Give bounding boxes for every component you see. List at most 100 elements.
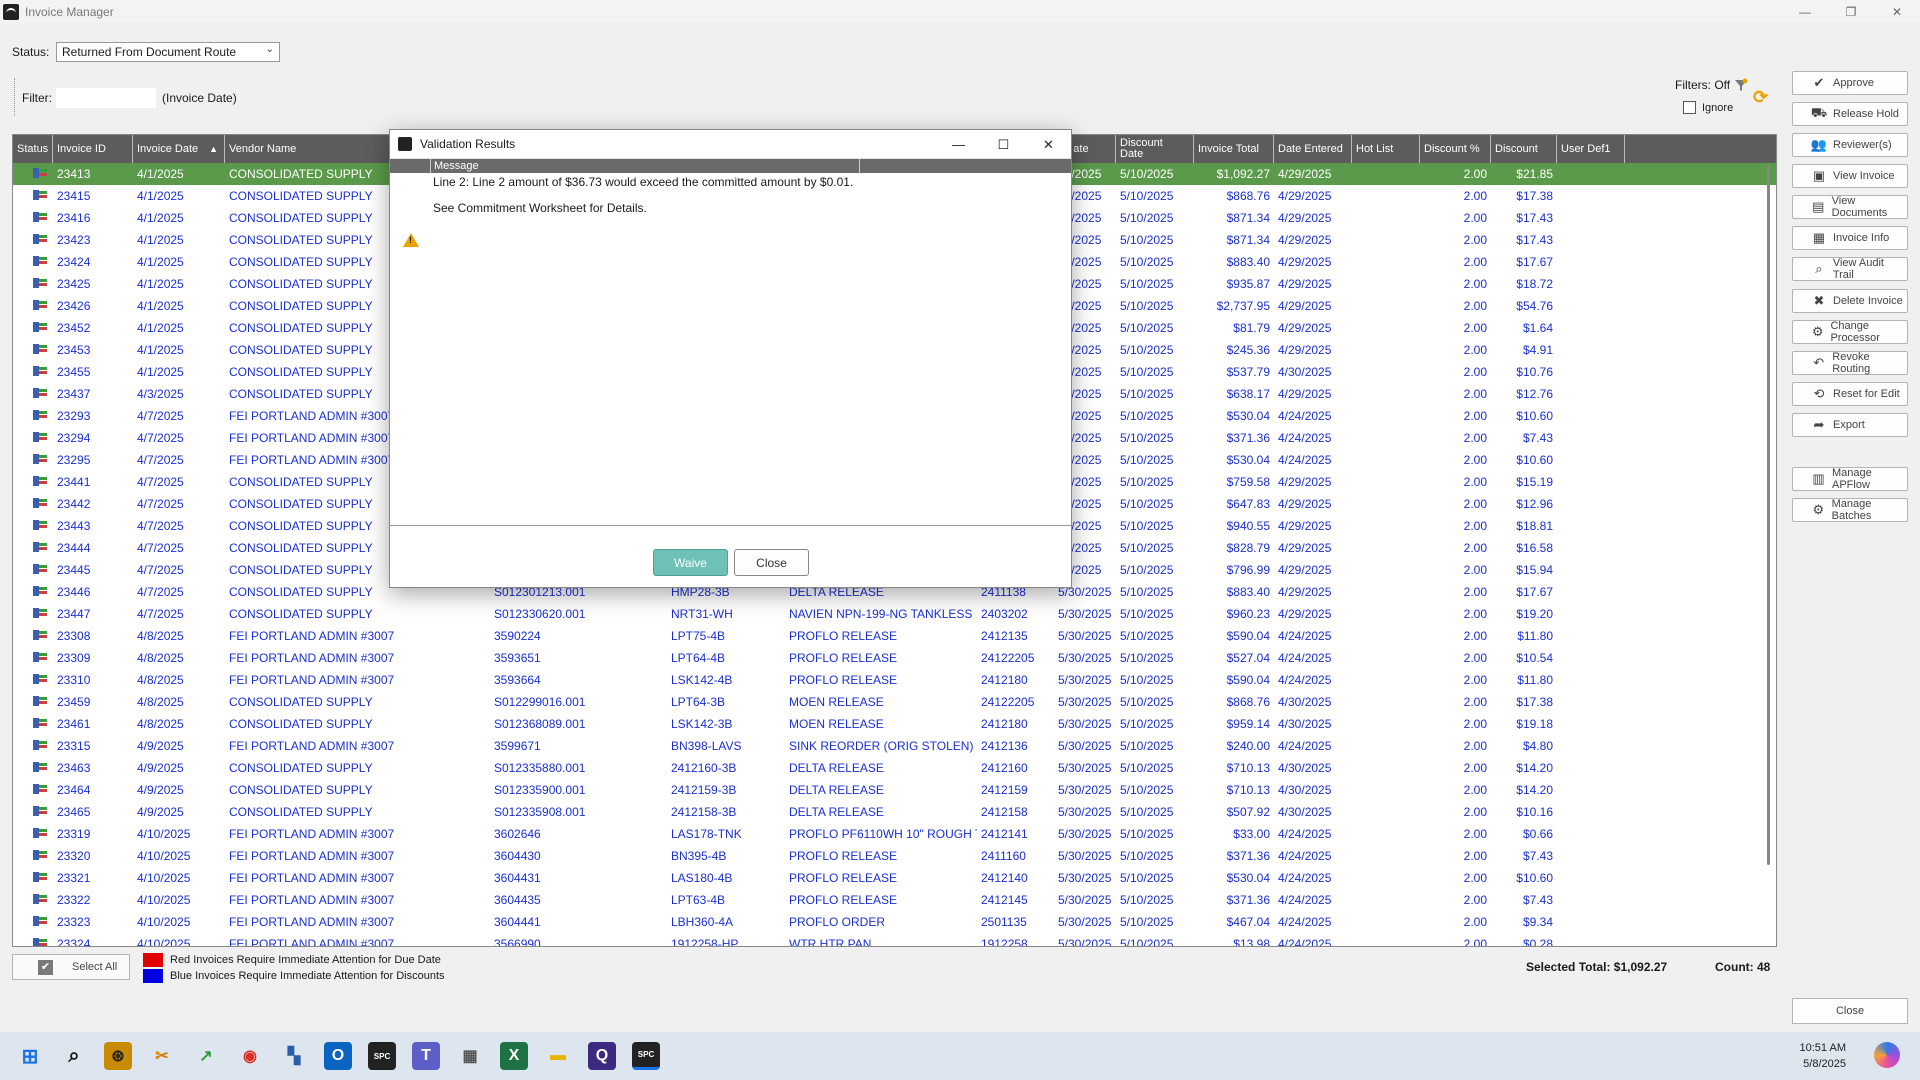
select-all-button[interactable]: ✔ Select All bbox=[12, 954, 130, 980]
col-header-discount[interactable]: Discount bbox=[1491, 135, 1557, 163]
status-icon bbox=[33, 189, 47, 201]
filters-state[interactable]: Filters: Off bbox=[1675, 78, 1748, 92]
vertical-scrollbar[interactable] bbox=[1767, 165, 1770, 865]
status-icon bbox=[33, 915, 47, 927]
col-header-user-def1[interactable]: User Def1 bbox=[1557, 135, 1625, 163]
teams-icon[interactable]: T bbox=[412, 1042, 440, 1070]
tray-clock[interactable]: 10:51 AM 5/8/2025 bbox=[1800, 1040, 1846, 1072]
ignore-checkbox-box[interactable] bbox=[1683, 101, 1696, 114]
table-cell: BN395-4B bbox=[671, 849, 727, 863]
delete-invoice-button[interactable]: ✖ Delete Invoice bbox=[1792, 289, 1908, 313]
table-cell: $647.83 bbox=[1226, 497, 1270, 511]
approve-button[interactable]: ✔ Approve bbox=[1792, 71, 1908, 95]
col-header-hot-list[interactable]: Hot List bbox=[1352, 135, 1420, 163]
outlook-icon[interactable]: O bbox=[324, 1042, 352, 1070]
calculator-icon[interactable]: ▦ bbox=[456, 1042, 484, 1070]
release-hold-button[interactable]: ⛟ Release Hold bbox=[1792, 102, 1908, 126]
waive-button[interactable]: Waive bbox=[653, 549, 728, 576]
dialog-close-button[interactable]: Close bbox=[734, 549, 809, 576]
taskbar-app-icon[interactable]: Q bbox=[588, 1042, 616, 1070]
close-button[interactable]: Close bbox=[1792, 998, 1908, 1024]
table-row[interactable]: 23461 4/8/2025 CONSOLIDATED SUPPLY S0123680… bbox=[13, 713, 1776, 735]
maximize-button[interactable]: ❐ bbox=[1828, 0, 1874, 23]
col-header-date-entered[interactable]: Date Entered bbox=[1274, 135, 1352, 163]
file-explorer-icon[interactable]: ▬ bbox=[544, 1042, 572, 1070]
table-cell: 23319 bbox=[57, 827, 91, 841]
table-row[interactable]: 23320 4/10/2025 FEI PORTLAND ADMIN #3007 36… bbox=[13, 845, 1776, 867]
table-row[interactable]: 23319 4/10/2025 FEI PORTLAND ADMIN #3007 36… bbox=[13, 823, 1776, 845]
dialog-minimize-button[interactable]: — bbox=[936, 130, 981, 159]
ignore-checkbox[interactable]: Ignore bbox=[1683, 101, 1733, 114]
table-row[interactable]: 23459 4/8/2025 CONSOLIDATED SUPPLY S0122990… bbox=[13, 691, 1776, 713]
dialog-close-icon[interactable]: ✕ bbox=[1026, 130, 1071, 159]
dialog-maximize-button[interactable]: ☐ bbox=[981, 130, 1026, 159]
view-documents-button[interactable]: ▤ View Documents bbox=[1792, 195, 1908, 219]
view-invoice-icon: ▣ bbox=[1812, 168, 1826, 183]
table-cell: 2412160 bbox=[981, 761, 1028, 775]
refresh-icon[interactable]: ⟳ bbox=[1753, 88, 1771, 106]
status-icon bbox=[33, 563, 47, 575]
table-cell: 4/7/2025 bbox=[137, 563, 184, 577]
table-cell: 4/30/2025 bbox=[1278, 365, 1332, 379]
reset-for-edit-button[interactable]: ⟲ Reset for Edit bbox=[1792, 382, 1908, 406]
invoice-info-button[interactable]: ▦ Invoice Info bbox=[1792, 226, 1908, 250]
row-status-cell bbox=[13, 915, 53, 930]
taskbar-app-icon[interactable]: ⊛ bbox=[104, 1042, 132, 1070]
tray-date: 5/8/2025 bbox=[1803, 1058, 1846, 1070]
filter-input[interactable] bbox=[56, 88, 156, 108]
table-row[interactable]: 23309 4/8/2025 FEI PORTLAND ADMIN #3007 359… bbox=[13, 647, 1776, 669]
table-cell: $590.04 bbox=[1226, 673, 1270, 687]
table-row[interactable]: 23465 4/9/2025 CONSOLIDATED SUPPLY S0123359… bbox=[13, 801, 1776, 823]
table-row[interactable]: 23310 4/8/2025 FEI PORTLAND ADMIN #3007 359… bbox=[13, 669, 1776, 691]
table-row[interactable]: 23322 4/10/2025 FEI PORTLAND ADMIN #3007 36… bbox=[13, 889, 1776, 911]
message-list: Line 2: Line 2 amount of $36.73 would ex… bbox=[390, 173, 1071, 526]
view-audit-trail-button[interactable]: ⌕ View Audit Trail bbox=[1792, 257, 1908, 281]
col-header-invoice-total[interactable]: Invoice Total bbox=[1194, 135, 1274, 163]
table-row[interactable]: 23324 4/10/2025 FEI PORTLAND ADMIN #3007 35… bbox=[13, 933, 1776, 946]
col-header-invoice-id[interactable]: Invoice ID bbox=[53, 135, 133, 163]
table-row[interactable]: 23464 4/9/2025 CONSOLIDATED SUPPLY S0123359… bbox=[13, 779, 1776, 801]
chrome-icon[interactable]: ◉ bbox=[236, 1042, 264, 1070]
table-row[interactable]: 23315 4/9/2025 FEI PORTLAND ADMIN #3007 359… bbox=[13, 735, 1776, 757]
message-header-label[interactable]: Message bbox=[430, 159, 860, 173]
table-cell: 4/24/2025 bbox=[1278, 871, 1332, 885]
taskbar-app-icon[interactable]: ✂ bbox=[148, 1042, 176, 1070]
col-header-discount-date[interactable]: Discount Date bbox=[1116, 135, 1194, 163]
taskbar-app-icon[interactable]: ↗ bbox=[192, 1042, 220, 1070]
side-button-label: View Documents bbox=[1831, 195, 1888, 219]
table-cell: $871.34 bbox=[1226, 211, 1270, 225]
revoke-routing-button[interactable]: ↶ Revoke Routing bbox=[1792, 351, 1908, 375]
copilot-icon[interactable] bbox=[1874, 1042, 1900, 1068]
col-header-discount-pct[interactable]: Discount % bbox=[1420, 135, 1491, 163]
reviewer-s-button[interactable]: 👥 Reviewer(s) bbox=[1792, 133, 1908, 157]
table-cell: CONSOLIDATED SUPPLY bbox=[229, 695, 373, 709]
search-icon[interactable]: ⌕ bbox=[60, 1042, 88, 1070]
table-cell: 4/29/2025 bbox=[1278, 321, 1332, 335]
minimize-button[interactable]: — bbox=[1782, 0, 1828, 23]
view-invoice-button[interactable]: ▣ View Invoice bbox=[1792, 164, 1908, 188]
manage-batches-button[interactable]: ⚙ Manage Batches bbox=[1792, 498, 1908, 522]
status-dropdown[interactable]: Returned From Document Route ⌄ bbox=[56, 42, 280, 62]
change-processor-button[interactable]: ⚙ Change Processor bbox=[1792, 320, 1908, 344]
excel-icon[interactable]: X bbox=[500, 1042, 528, 1070]
table-row[interactable]: 23463 4/9/2025 CONSOLIDATED SUPPLY S0123358… bbox=[13, 757, 1776, 779]
spc-app-icon[interactable]: SPC bbox=[368, 1042, 396, 1070]
table-row[interactable]: 23321 4/10/2025 FEI PORTLAND ADMIN #3007 36… bbox=[13, 867, 1776, 889]
close-window-button[interactable]: ✕ bbox=[1874, 0, 1920, 23]
manage-apflow-button[interactable]: ▥ Manage APFlow bbox=[1792, 467, 1908, 491]
taskbar-app-icon[interactable]: ▚ bbox=[280, 1042, 308, 1070]
spc-app-icon[interactable]: SPC bbox=[632, 1042, 660, 1070]
table-row[interactable]: 23447 4/7/2025 CONSOLIDATED SUPPLY S0123306… bbox=[13, 603, 1776, 625]
table-row[interactable]: 23308 4/8/2025 FEI PORTLAND ADMIN #3007 359… bbox=[13, 625, 1776, 647]
table-cell: 5/10/2025 bbox=[1120, 695, 1174, 709]
table-cell: PROFLO ORDER bbox=[789, 915, 886, 929]
table-row[interactable]: 23323 4/10/2025 FEI PORTLAND ADMIN #3007 36… bbox=[13, 911, 1776, 933]
table-cell: 23444 bbox=[57, 541, 91, 555]
table-cell: 4/9/2025 bbox=[137, 761, 184, 775]
windows-start-icon[interactable]: ⊞ bbox=[16, 1042, 44, 1070]
col-header-invoice-date[interactable]: Invoice Date ▲ bbox=[133, 135, 225, 163]
table-cell: $4.91 bbox=[1522, 343, 1553, 357]
export-button[interactable]: ➦ Export bbox=[1792, 413, 1908, 437]
table-cell: 2.00 bbox=[1463, 519, 1487, 533]
col-header-status[interactable]: Status bbox=[13, 135, 53, 163]
